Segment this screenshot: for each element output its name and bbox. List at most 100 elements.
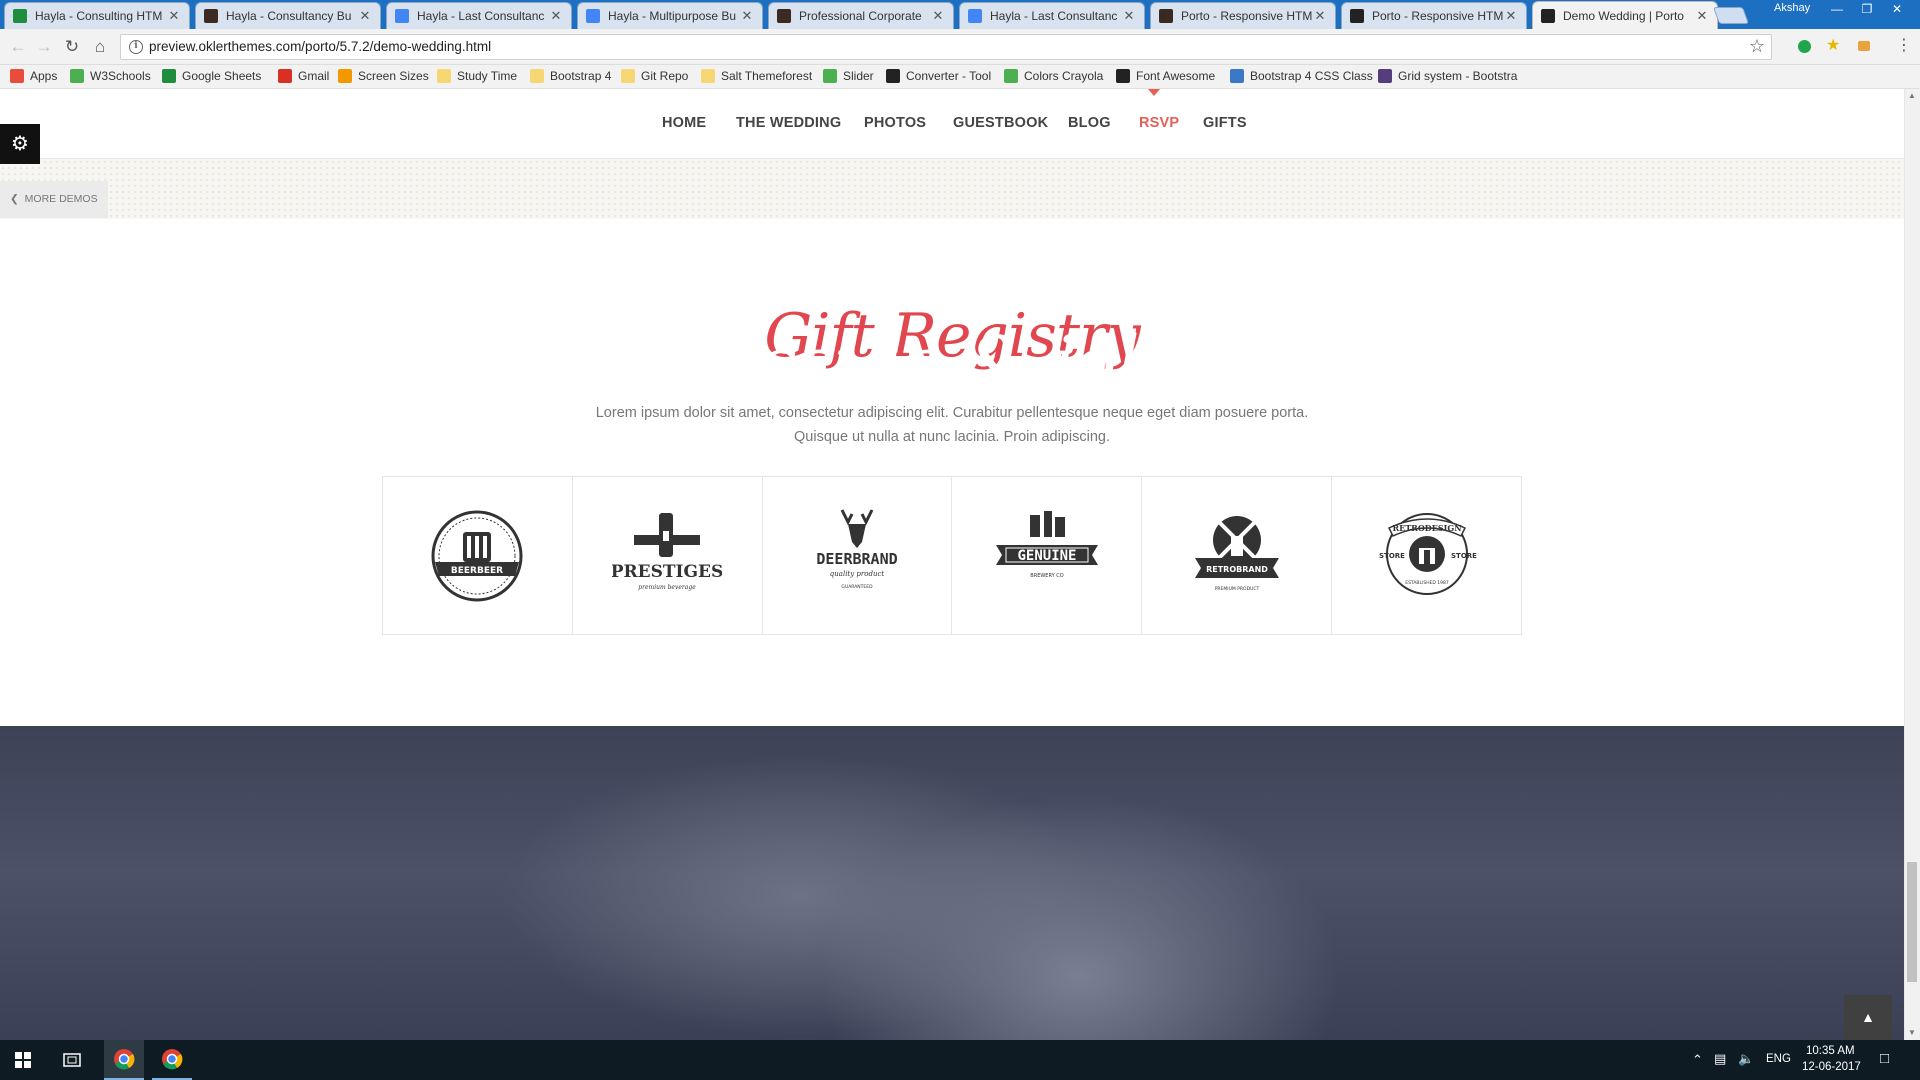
nav-item-home[interactable]: HOME [662, 115, 706, 131]
bookmark-item[interactable]: Font Awesome [1116, 69, 1215, 83]
tab-close-icon[interactable]: ✕ [1695, 8, 1709, 24]
extension-key-icon[interactable] [1858, 41, 1870, 51]
sheets-icon [162, 69, 176, 83]
clock-date[interactable]: 12-06-2017 [1802, 1061, 1861, 1073]
restore-icon[interactable]: ❐ [1852, 0, 1882, 20]
bookmark-label: Salt Themeforest [721, 69, 813, 83]
nav-item-rsvp[interactable]: RSVP [1139, 115, 1179, 131]
nav-item-blog[interactable]: BLOG [1068, 115, 1111, 131]
bookmark-item[interactable]: Converter - Tool [886, 69, 991, 83]
clock-time[interactable]: 10:35 AM [1806, 1045, 1855, 1057]
home-icon[interactable]: ⌂ [90, 37, 110, 57]
bookmark-item[interactable]: Apps [10, 69, 57, 83]
tab-close-icon[interactable]: ✕ [358, 8, 372, 24]
bookmark-item[interactable]: Bootstrap 4 [530, 69, 611, 83]
browser-tab[interactable]: Hayla - Last Consultanc ✕ [959, 2, 1145, 29]
chrome-menu-icon[interactable]: ⋮ [1896, 35, 1912, 54]
forward-icon[interactable]: → [34, 37, 54, 57]
nav-item-guestbook[interactable]: GUESTBOOK [953, 115, 1048, 131]
bookmark-item[interactable]: Slider [823, 69, 874, 83]
site-info-icon[interactable]: i [129, 40, 143, 54]
bookmark-item[interactable]: Grid system - Bootstra [1378, 69, 1517, 83]
scroll-down-arrow-icon[interactable]: ▼ [1904, 1026, 1920, 1040]
nav-item-photos[interactable]: PHOTOS [864, 115, 926, 131]
tab-close-icon[interactable]: ✕ [1504, 8, 1518, 24]
windows-start-icon[interactable] [0, 1040, 46, 1080]
brand-logo-beerbeer[interactable]: BEERBEER [383, 477, 573, 634]
bookmark-item[interactable]: Bootstrap 4 CSS Class [1230, 69, 1373, 83]
scroll-up-arrow-icon[interactable]: ▲ [1904, 89, 1920, 103]
svg-text:STORE: STORE [1379, 552, 1405, 560]
scrollbar-thumb[interactable] [1907, 862, 1917, 982]
bookmark-item[interactable]: Google Sheets [162, 69, 261, 83]
nav-item-gifts[interactable]: GIFTS [1203, 115, 1247, 131]
volume-muted-icon[interactable]: 🔈 [1738, 1051, 1754, 1067]
tab-close-icon[interactable]: ✕ [167, 8, 181, 24]
bookmark-star-icon[interactable]: ☆ [1749, 36, 1765, 57]
browser-tab[interactable]: Hayla - Consultancy Bu ✕ [195, 2, 381, 29]
browser-tab-strip: Hayla - Consulting HTM ✕ Hayla - Consultan… [0, 0, 1920, 29]
task-view-icon[interactable] [52, 1040, 92, 1080]
couple-hero-image [0, 726, 1904, 1040]
new-tab-button[interactable] [1712, 7, 1750, 24]
tab-favicon-icon [968, 9, 982, 23]
browser-tab[interactable]: Demo Wedding | Porto ✕ [1532, 1, 1718, 29]
bookmark-item[interactable]: Study Time [437, 69, 517, 83]
reload-icon[interactable]: ↻ [62, 37, 82, 57]
extension-green-icon[interactable] [1798, 40, 1811, 53]
brand-logo-deerbrand[interactable]: DEERBRAND quality product GUARANTEED [763, 477, 953, 634]
browser-toolbar: ← → ↻ ⌂ i preview.oklerthemes.com/porto/… [0, 29, 1920, 65]
browser-tab[interactable]: Hayla - Last Consultanc ✕ [386, 2, 572, 29]
minimize-icon[interactable]: — [1822, 0, 1852, 20]
tray-chevron-up-icon[interactable]: ⌃ [1692, 1052, 1703, 1068]
svg-text:DEERBRAND: DEERBRAND [816, 550, 897, 568]
folder-icon [701, 69, 715, 83]
style-switcher-gear-icon[interactable]: ⚙ [0, 124, 40, 164]
bookmarks-bar: Apps W3Schools Google Sheets Gmail Screen Si… [0, 65, 1920, 89]
close-window-icon[interactable]: ✕ [1882, 0, 1912, 20]
brand-logo-retrobrand[interactable]: RETROBRAND PREMIUM PRODUCT [1142, 477, 1333, 634]
bookmark-item[interactable]: W3Schools [70, 69, 151, 83]
tab-title: Hayla - Multipurpose Bu [608, 9, 737, 23]
bookmark-item[interactable]: Gmail [278, 69, 329, 83]
nav-item-the-wedding[interactable]: THE WEDDING [736, 115, 841, 131]
brand-logo-genuine[interactable]: GENUINE BREWERY CO [952, 477, 1143, 634]
browser-tab[interactable]: Porto - Responsive HTM ✕ [1341, 2, 1527, 29]
bookmark-item[interactable]: Screen Sizes [338, 69, 429, 83]
chrome-second-window-icon[interactable] [152, 1040, 192, 1080]
back-icon[interactable]: ← [8, 37, 28, 57]
gmail-icon [278, 69, 292, 83]
action-center-icon[interactable]: □ [1880, 1050, 1889, 1067]
address-bar[interactable]: i preview.oklerthemes.com/porto/5.7.2/de… [120, 34, 1772, 60]
browser-tab[interactable]: Porto - Responsive HTM ✕ [1150, 2, 1336, 29]
more-demos-button[interactable]: ❮ MORE DEMOS [0, 181, 108, 218]
language-indicator[interactable]: ENG [1766, 1053, 1791, 1065]
tab-close-icon[interactable]: ✕ [1313, 8, 1327, 24]
bt-icon [886, 69, 900, 83]
profile-name[interactable]: Akshay [1774, 2, 1810, 14]
w3schools-icon [70, 69, 84, 83]
tab-close-icon[interactable]: ✕ [1122, 8, 1136, 24]
brand-logo-retrodesign[interactable]: RETRODESIGN STORE STORE ESTABLISHED 1987 [1332, 477, 1521, 634]
bookmark-item[interactable]: Salt Themeforest [701, 69, 812, 83]
extension-star-icon[interactable]: ★ [1826, 35, 1842, 54]
tab-close-icon[interactable]: ✕ [740, 8, 754, 24]
brand-logo-prestiges[interactable]: PRESTIGES premium beverage [573, 477, 763, 634]
browser-tab[interactable]: Hayla - Multipurpose Bu ✕ [577, 2, 763, 29]
browser-tab[interactable]: Professional Corporate ✕ [768, 2, 954, 29]
bookmark-item[interactable]: Colors Crayola [1004, 69, 1103, 83]
browser-tab[interactable]: Hayla - Consulting HTM ✕ [4, 2, 190, 29]
bookmark-item[interactable]: Git Repo [621, 69, 688, 83]
back-to-top-button[interactable]: ▲ [1844, 995, 1892, 1040]
svg-text:ESTABLISHED 1987: ESTABLISHED 1987 [1405, 580, 1449, 586]
url-text[interactable]: preview.oklerthemes.com/porto/5.7.2/demo… [149, 39, 491, 54]
bookmark-label: Study Time [457, 69, 518, 83]
folder-icon [437, 69, 451, 83]
chrome-taskbar-icon[interactable] [104, 1040, 144, 1080]
tab-close-icon[interactable]: ✕ [549, 8, 563, 24]
folder-icon [530, 69, 544, 83]
couple-names: jessica & john [695, 321, 1210, 407]
tab-close-icon[interactable]: ✕ [931, 8, 945, 24]
header-pattern-band [0, 159, 1904, 219]
network-icon[interactable]: ▤ [1714, 1051, 1726, 1067]
